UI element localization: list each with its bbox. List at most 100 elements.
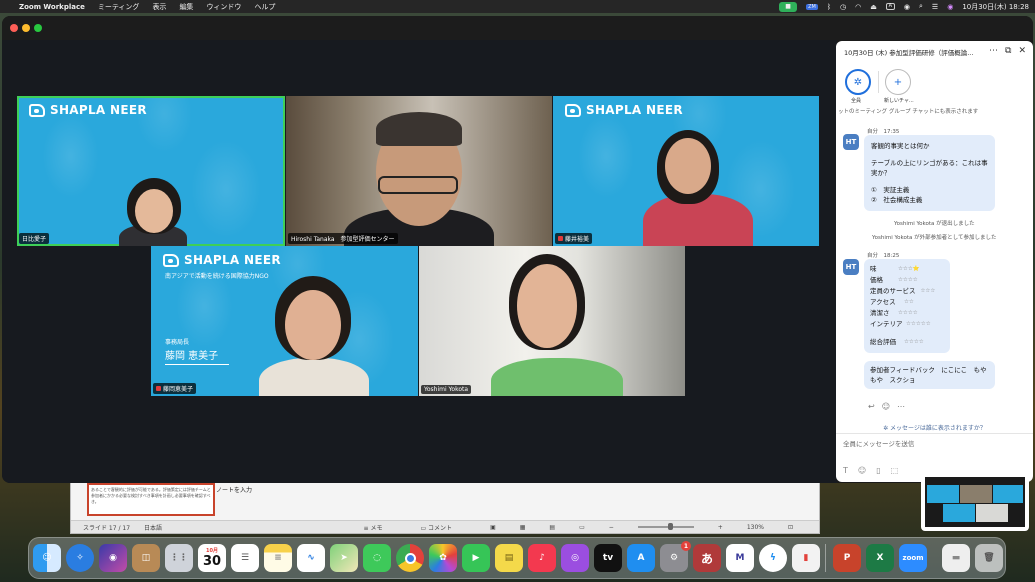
stickies-icon[interactable]: ▤ <box>495 544 523 572</box>
siri-icon[interactable]: ◉ <box>947 3 953 11</box>
mini-meeting-preview[interactable] <box>921 473 1029 531</box>
new-chat-button[interactable]: + <box>885 69 911 95</box>
reminders-icon[interactable]: ☰ <box>231 544 259 572</box>
comment-button[interactable]: ▭ コメント <box>420 523 466 532</box>
calendar-icon[interactable]: 10月 30 <box>198 544 226 572</box>
pop-out-icon[interactable]: ⧉ <box>1005 47 1011 56</box>
mail-app-icon[interactable]: M <box>726 544 754 572</box>
video-tile-fujioka[interactable]: SHAPLA NEER 南アジアで活動を続ける国際協力NGO 事務局長 藤岡 恵… <box>151 246 418 396</box>
chat-message[interactable]: 参加者フィードバック にこにこ もやもや スクショ <box>864 361 995 389</box>
presenter-view-icon[interactable]: ▭ <box>579 524 585 531</box>
slide-thumbnail[interactable]: あることで客観的に評価が可能である。評価策定には評価チームと参加者にかかる必要な… <box>87 483 215 516</box>
system-message: Yoshimi Yokota が退出しました <box>894 221 975 227</box>
chat-message[interactable]: 客観的事実とは何か テーブルの上にリンゴがある：これは事実か？ ① 実証主義 ②… <box>864 135 995 211</box>
zoom-level[interactable]: 130% <box>747 524 764 531</box>
zoom-out-button[interactable]: − <box>609 524 614 531</box>
menu-help[interactable]: ヘルプ <box>254 2 275 12</box>
menu-window[interactable]: ウィンドウ <box>206 2 241 12</box>
downloads-folder-icon[interactable]: ▬ <box>942 544 970 572</box>
muted-mic-icon <box>156 386 161 391</box>
zoom-in-button[interactable]: + <box>718 524 723 531</box>
message-meta: 自分 17:35 <box>867 129 900 135</box>
minimize-window-button[interactable] <box>22 24 30 32</box>
freeform-icon[interactable]: ∿ <box>297 544 325 572</box>
reply-icon[interactable]: ↩ <box>868 402 875 411</box>
shapla-neer-logo: SHAPLA NEER <box>29 103 147 117</box>
menu-meeting[interactable]: ミーティング <box>98 2 140 12</box>
app-store-icon[interactable]: A <box>627 544 655 572</box>
zoom-slider[interactable] <box>637 523 694 530</box>
tool-separator <box>878 71 879 93</box>
user-icon[interactable]: ◉ <box>904 3 910 11</box>
messenger-icon[interactable]: ϟ <box>759 544 787 572</box>
video-tile-tanaka[interactable]: Hiroshi Tanaka 参加型評価センター <box>286 96 552 246</box>
search-icon[interactable]: ⌕ <box>919 2 923 11</box>
emoji-icon[interactable]: ☺ <box>858 466 866 475</box>
chat-message[interactable]: 味 ☆☆☆⭐ 価格 ☆☆☆☆ 定員のサービス ☆☆☆ アクセス ☆☆ 清潔さ ☆☆☆☆ イ… <box>864 259 950 353</box>
bluetooth-icon[interactable]: ᛒ <box>827 3 831 11</box>
more-options-icon[interactable]: ⋯ <box>989 47 998 56</box>
video-tile-hibi[interactable]: SHAPLA NEER 日比愛子 <box>17 96 285 246</box>
wifi-icon[interactable]: ◠ <box>855 3 861 11</box>
recipient-hint[interactable]: ✲ メッセージは誰に表示されますか？ <box>836 423 1033 432</box>
history-icon[interactable]: ◷ <box>840 3 846 11</box>
zoom-status-icon[interactable]: ZM <box>806 3 818 10</box>
menu-edit[interactable]: 編集 <box>179 2 193 12</box>
file-icon[interactable]: ▯ <box>876 466 880 475</box>
podcasts-icon[interactable]: ◎ <box>561 544 589 572</box>
safari-icon[interactable]: ✧ <box>66 544 94 572</box>
launchpad-icon[interactable]: ⋮⋮ <box>165 544 193 572</box>
control-center-icon[interactable]: ☰ <box>932 3 938 11</box>
system-settings-icon[interactable]: ⚙ 1 <box>660 541 691 572</box>
facetime-icon[interactable]: ▶ <box>462 544 490 572</box>
fullscreen-window-button[interactable] <box>34 24 42 32</box>
files-icon[interactable]: ▮ <box>792 544 820 572</box>
notes-input[interactable]: ノートを入力 <box>216 485 252 494</box>
normal-view-icon[interactable]: ▣ <box>490 524 496 531</box>
message-input[interactable]: 全員にメッセージを送信 <box>843 438 914 448</box>
keyboard-input-icon[interactable]: A <box>885 3 895 10</box>
video-tile-fujii[interactable]: SHAPLA NEER 藤井裕美 <box>553 96 819 246</box>
notes-icon[interactable]: ≡ <box>264 544 292 572</box>
emoji-reaction-icon[interactable]: ☺ <box>882 402 890 411</box>
close-window-button[interactable] <box>10 24 18 32</box>
avatar[interactable]: HT <box>843 259 859 275</box>
maps-icon[interactable]: ➤ <box>330 544 358 572</box>
memo-button[interactable]: ≡ メモ <box>364 523 397 532</box>
clock[interactable]: 10月30日(木) 18:28 <box>962 2 1029 12</box>
camera-icon[interactable]: ■ <box>779 1 798 12</box>
participant-name-tag: 藤井裕美 <box>555 233 593 244</box>
contacts-icon[interactable]: ◫ <box>132 544 160 572</box>
chat-panel: 10月30日 (木) 参加型評価研修（評価概論... ⋯ ⧉ ✕ ✲ 全員 + … <box>836 41 1033 482</box>
shapla-neer-logo-icon <box>163 253 179 267</box>
chrome-icon[interactable] <box>396 544 424 572</box>
reading-view-icon[interactable]: ▤ <box>549 524 555 531</box>
participant-display-name: 藤岡 恵美子 <box>165 347 229 365</box>
close-icon[interactable]: ✕ <box>1018 47 1026 56</box>
powerpoint-icon[interactable]: P <box>833 544 861 572</box>
more-actions-icon[interactable]: ⋯ <box>897 402 905 411</box>
screenshot-icon[interactable]: ⬚ <box>891 466 899 475</box>
chat-everyone-button[interactable]: ✲ <box>845 69 871 95</box>
messages-icon[interactable]: ◌ <box>363 544 391 572</box>
video-tile-yokota[interactable]: Yoshimi Yokota <box>419 246 685 396</box>
language-indicator[interactable]: 日本語 <box>144 523 162 532</box>
music-icon[interactable]: ♪ <box>528 544 556 572</box>
finder-icon[interactable]: ☺ <box>33 544 61 572</box>
shapla-neer-logo: SHAPLA NEER <box>565 103 683 117</box>
menu-view[interactable]: 表示 <box>152 2 166 12</box>
photos-icon[interactable]: ✿ <box>429 544 457 572</box>
menu-app-name[interactable]: Zoom Workplace <box>19 3 85 11</box>
ime-icon[interactable]: あ <box>693 544 721 572</box>
apple-tv-icon[interactable]: tv <box>594 544 622 572</box>
trash-icon[interactable]: 🗑 <box>975 544 1003 572</box>
format-text-icon[interactable]: T <box>843 466 848 475</box>
zoom-icon[interactable]: zoom <box>899 544 927 572</box>
fit-window-icon[interactable]: ⊡ <box>788 524 793 531</box>
siri-app-icon[interactable]: ◉ <box>99 544 127 572</box>
avatar[interactable]: HT <box>843 134 859 150</box>
sorter-view-icon[interactable]: ▦ <box>520 524 526 531</box>
eject-icon[interactable]: ⏏ <box>870 3 877 11</box>
muted-mic-icon <box>558 236 563 241</box>
excel-icon[interactable]: X <box>866 544 894 572</box>
